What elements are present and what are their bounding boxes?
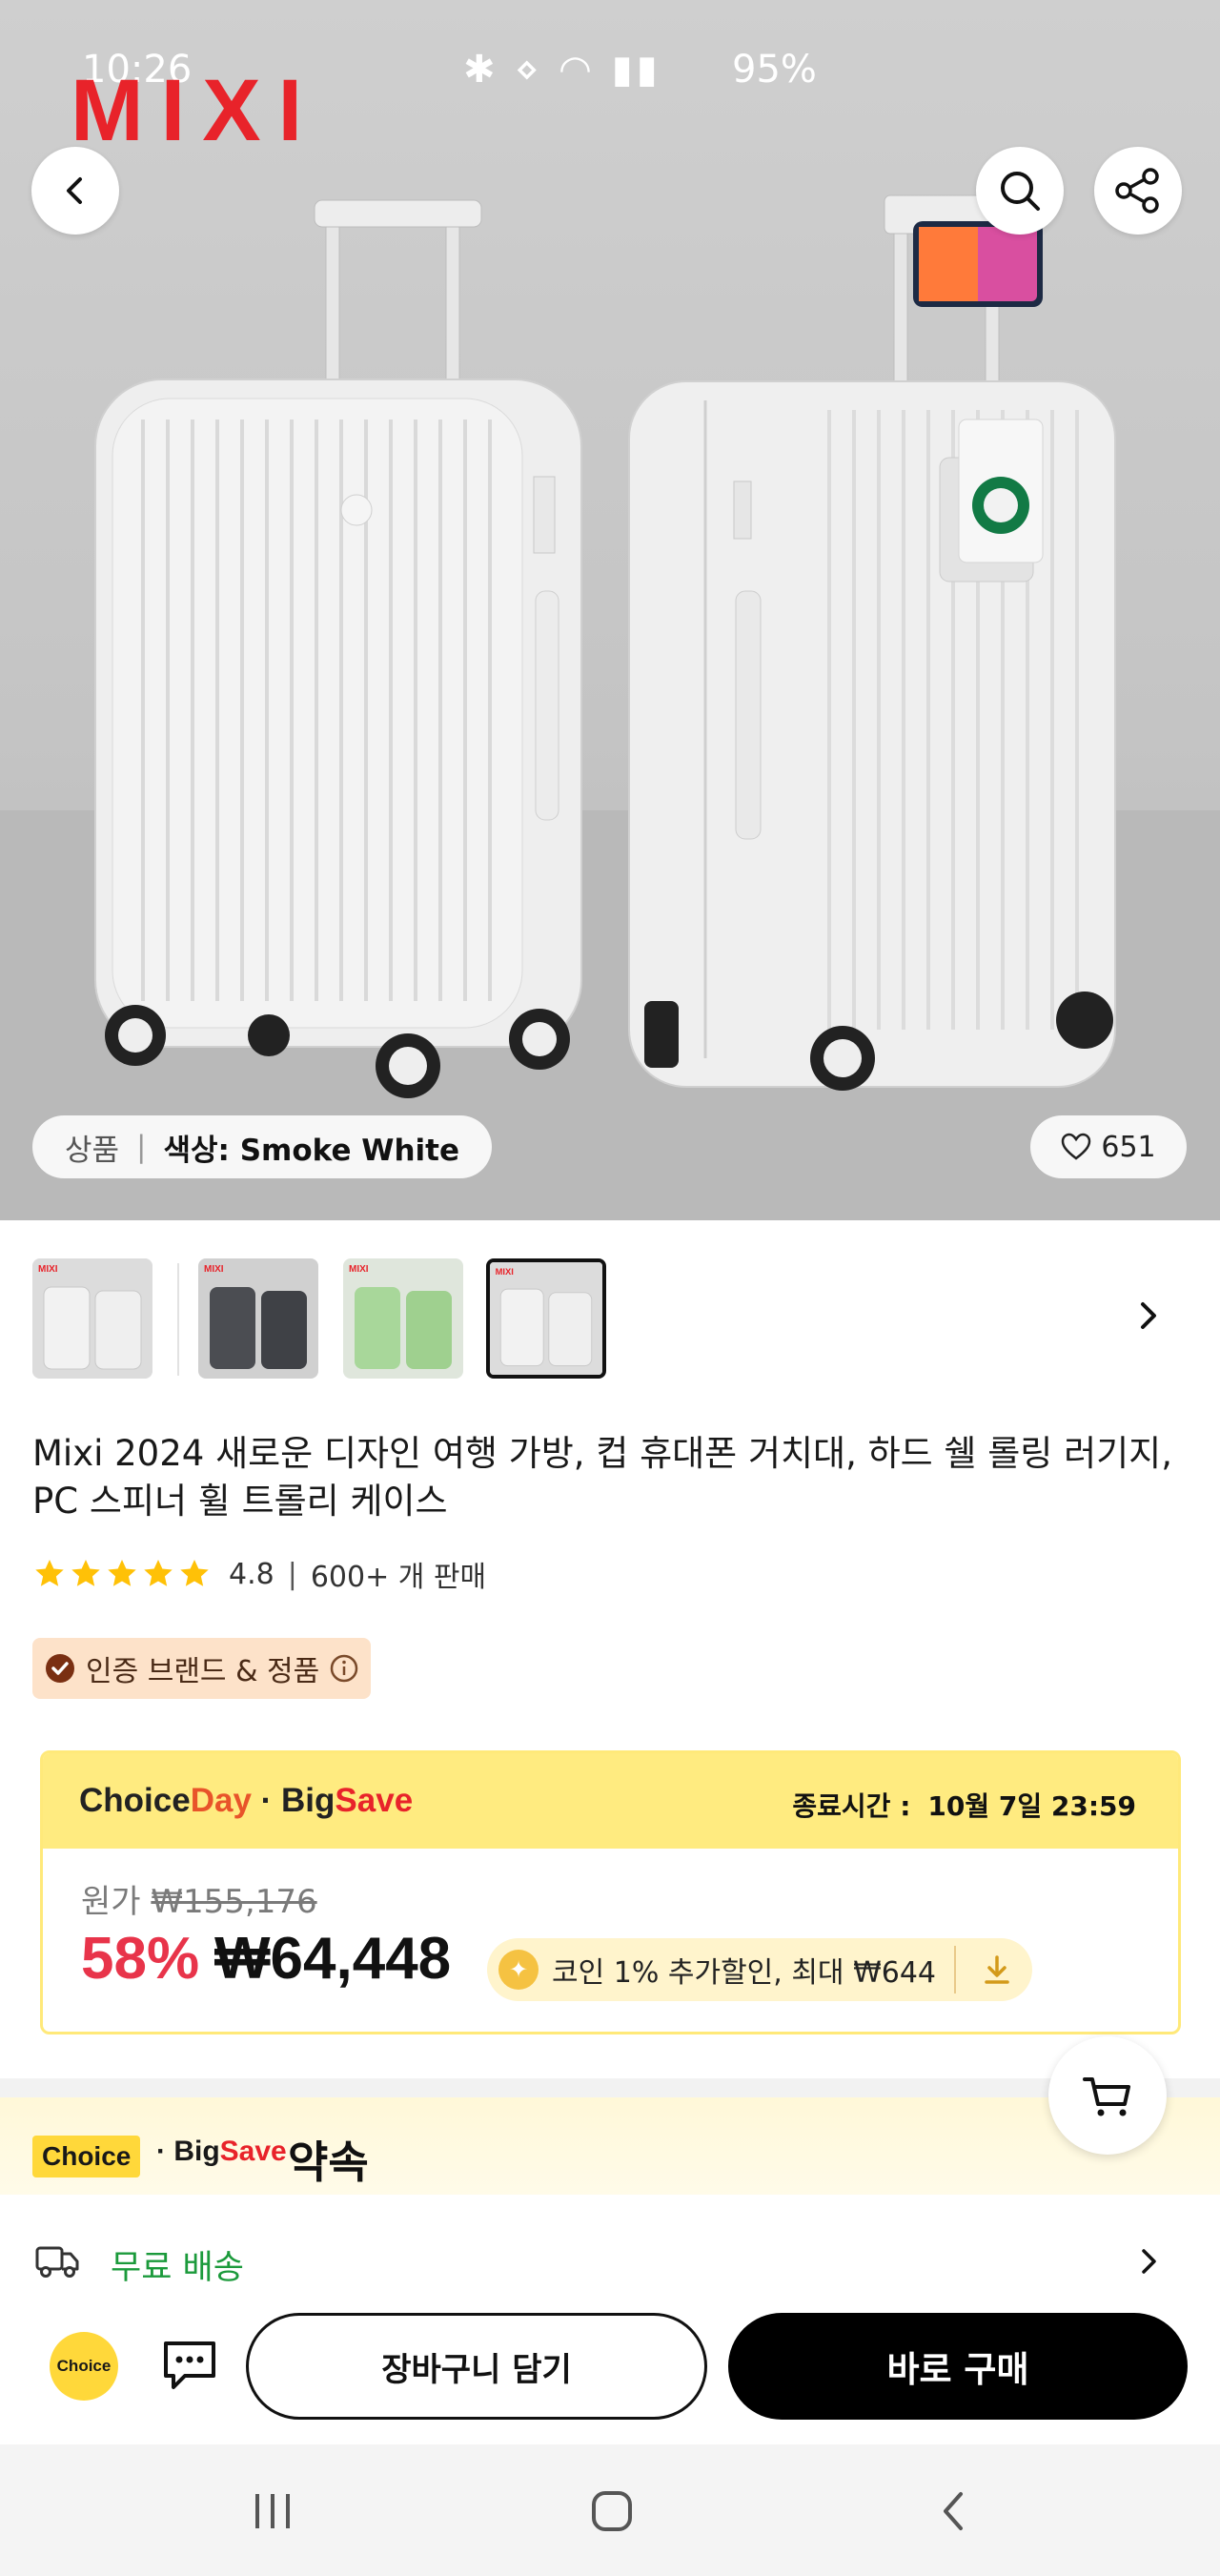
variant-separator: |	[136, 1130, 147, 1164]
like-button[interactable]: 651	[1030, 1115, 1187, 1178]
chevron-left-icon	[67, 177, 82, 204]
home-icon[interactable]	[589, 2488, 635, 2534]
sale-end-time: 종료시간 : 10월 7일 23:59	[792, 1786, 1136, 1824]
heart-icon	[1062, 1133, 1091, 1160]
thumbnail-divider	[177, 1263, 179, 1376]
coin-pill-divider	[954, 1946, 956, 1993]
sale-end-label: 종료시간 :	[792, 1790, 911, 1822]
add-to-cart-button[interactable]: 장바구니 담기	[246, 2313, 707, 2420]
thumbnail-gray-image: MIXI	[198, 1258, 318, 1379]
variant-pill[interactable]: 상품 | 색상: Smoke White	[32, 1115, 492, 1178]
variant-label: 상품	[65, 1133, 120, 1168]
thumbnail-gray[interactable]: MIXI	[198, 1258, 318, 1379]
star-icon	[180, 1560, 209, 1586]
coin-discount-text: 코인 1% 추가할인, 최대 ₩644	[552, 1956, 936, 1990]
rating-row[interactable]: 4.8 | 600+ 개 판매	[32, 1552, 486, 1596]
variant-value: 색상: Smoke White	[163, 1133, 460, 1168]
thumbnail-green[interactable]: MIXI	[343, 1258, 463, 1379]
status-icons: ✱ ⋄ ◠ ▮▮	[463, 48, 661, 92]
recent-apps-icon[interactable]	[250, 2490, 295, 2532]
like-count: 651	[1101, 1130, 1156, 1164]
svg-text:MIXI: MIXI	[349, 1264, 369, 1275]
right-suitcase	[628, 194, 1116, 1091]
search-button[interactable]	[976, 147, 1064, 235]
chevron-right-icon	[1142, 2249, 1156, 2274]
star-icon	[71, 1560, 100, 1586]
brand-logo: MIXI	[71, 62, 320, 159]
share-button[interactable]	[1094, 147, 1182, 235]
rating-value: 4.8	[229, 1557, 274, 1591]
left-suitcase	[94, 199, 582, 1098]
svg-text:MIXI: MIXI	[496, 1267, 514, 1277]
thumbnail-white-selected[interactable]: MIXI	[486, 1258, 606, 1379]
sale-price: ₩64,448	[214, 1926, 452, 1992]
thumbnail-white[interactable]: MIXI	[32, 1258, 152, 1379]
back-button[interactable]	[31, 147, 119, 235]
choiceday-bigsave-logo: ChoiceDay · BigSave	[79, 1782, 414, 1819]
star-icon	[108, 1560, 136, 1586]
back-nav-icon[interactable]	[934, 2488, 972, 2534]
original-price-label: 원가	[81, 1883, 141, 1921]
choice-store-button[interactable]: Choice	[50, 2332, 118, 2401]
buy-now-button[interactable]: 바로 구매	[728, 2313, 1188, 2420]
original-price-value: ₩155,176	[151, 1883, 317, 1921]
rating-stars	[32, 1557, 212, 1591]
cart-icon	[1083, 2077, 1130, 2116]
cert-label: 인증 브랜드 & 정품	[86, 1655, 320, 1688]
price-card: ChoiceDay · BigSave 종료시간 : 10월 7일 23:59 원…	[40, 1750, 1181, 2034]
section-divider	[0, 2078, 1220, 2097]
original-price: 원가 ₩155,176	[81, 1875, 317, 1922]
thumbnail-white-image: MIXI	[32, 1258, 152, 1379]
info-icon[interactable]	[329, 1653, 359, 1684]
star-icon	[35, 1560, 64, 1586]
thumbnails-next-button[interactable]	[1132, 1297, 1165, 1339]
floating-cart-button[interactable]	[1048, 2036, 1167, 2155]
free-shipping-label: 무료 배송	[111, 2249, 244, 2287]
sale-end-value: 10월 7일 23:59	[927, 1790, 1136, 1822]
share-icon	[1115, 168, 1159, 214]
svg-text:MIXI: MIXI	[38, 1264, 58, 1275]
thumbnail-green-image: MIXI	[343, 1258, 463, 1379]
coin-discount-pill[interactable]: ✦ 코인 1% 추가할인, 최대 ₩644	[487, 1938, 1032, 2001]
search-icon	[1001, 172, 1040, 211]
status-battery: 95%	[732, 48, 817, 92]
discount-percent: 58%	[81, 1926, 200, 1992]
star-icon	[144, 1560, 173, 1586]
thumbnail-white-selected-image: MIXI	[490, 1262, 602, 1375]
coin-icon: ✦	[498, 1950, 539, 1990]
chat-button[interactable]	[160, 2338, 225, 2395]
product-hero-image[interactable]: 10:26 ✱ ⋄ ◠ ▮▮ 95% MIXI 상품 | 색상: Smoke W…	[0, 0, 1220, 1220]
download-icon[interactable]	[979, 1952, 1015, 1988]
rating-divider: |	[287, 1557, 297, 1591]
bigsave-label: · BigSave	[156, 2136, 287, 2167]
certified-brand-badge[interactable]: 인증 브랜드 & 정품	[32, 1638, 372, 1699]
truck-icon	[35, 2246, 79, 2278]
choice-promise-title: 약속	[288, 2136, 369, 2188]
sold-count: 600+ 개 판매	[310, 1561, 487, 1594]
free-shipping-row[interactable]: 무료 배송	[0, 2212, 1220, 2311]
chat-icon	[164, 2341, 215, 2389]
system-nav-bar	[0, 2444, 1220, 2576]
product-title: Mixi 2024 새로운 디자인 여행 가방, 컵 휴대폰 거치대, 하드 쉘…	[32, 1433, 1172, 1522]
verified-badge-icon	[46, 1654, 74, 1683]
svg-text:MIXI: MIXI	[204, 1264, 224, 1275]
chevron-right-icon	[1141, 1302, 1156, 1329]
choice-badge: Choice	[32, 2136, 141, 2177]
